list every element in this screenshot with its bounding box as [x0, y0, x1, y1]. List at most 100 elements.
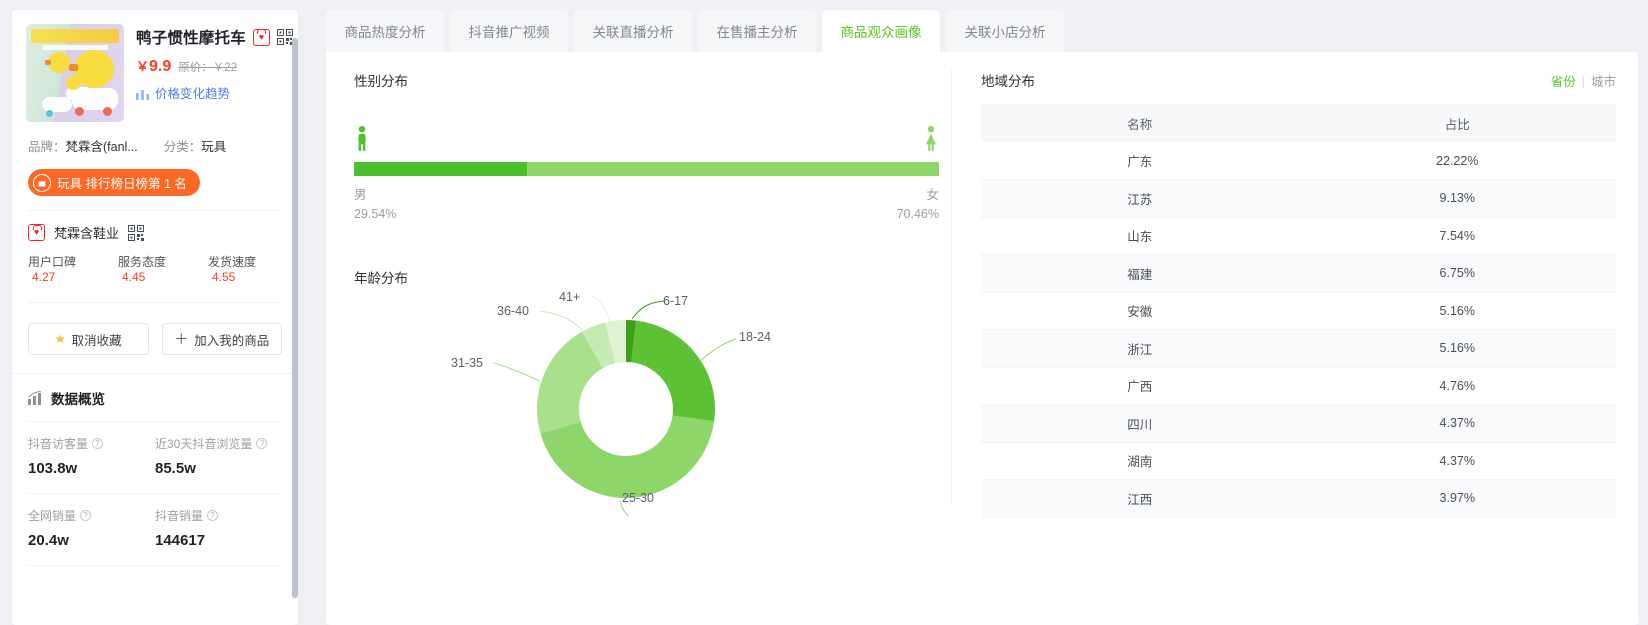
overview-header: 数据概览	[12, 374, 298, 408]
rank-badge[interactable]: 玩具 排行榜日榜第 1 名	[28, 169, 200, 196]
region-name: 山东	[1127, 230, 1153, 245]
gender-icon-row	[354, 122, 939, 152]
score-item: 用户口碑4.27	[28, 253, 102, 284]
stat-label-text: 抖音销量	[155, 509, 204, 523]
thumbnail-art	[103, 107, 112, 116]
column-header-name[interactable]: 名称	[981, 104, 1299, 142]
region-name: 安徽	[1127, 305, 1153, 320]
table-row[interactable]: 湖南 4.37%	[981, 442, 1616, 480]
region-column: 地域分布 省份 | 城市 名称 占比 广东 22.22% 江苏 9.13% 山东…	[957, 52, 1638, 625]
region-table: 名称 占比 广东 22.22% 江苏 9.13% 山东 7.54% 福建 6.75% 安…	[981, 104, 1616, 518]
stat-cell: 抖音访客量? 103.8w	[28, 435, 155, 477]
tab-label: 抖音推广视频	[468, 25, 550, 40]
tab-label: 商品观众画像	[840, 25, 922, 40]
table-row[interactable]: 江西 3.97%	[981, 479, 1616, 517]
donut-segment-25-30[interactable]	[540, 414, 715, 498]
table-row[interactable]: 江苏 9.13%	[981, 179, 1616, 217]
table-row[interactable]: 福建 6.75%	[981, 254, 1616, 292]
column-header-pct[interactable]: 占比	[1298, 104, 1616, 142]
score-label: 发货速度	[208, 255, 257, 269]
question-icon[interactable]: ?	[92, 438, 104, 449]
stat-row: 抖音访客量? 103.8w 近30天抖音浏览量? 85.5w	[28, 422, 282, 477]
qr-code-icon[interactable]	[128, 224, 145, 241]
unfavorite-button[interactable]: ★ 取消收藏	[28, 323, 149, 355]
toggle-province[interactable]: 省份	[1551, 75, 1576, 89]
store-scores: 用户口碑4.27 服务态度4.45 发货速度4.55	[12, 242, 298, 284]
donut-label-36-40: 36-40	[497, 304, 529, 318]
toggle-city[interactable]: 城市	[1591, 75, 1616, 89]
region-table-head: 名称 占比	[981, 104, 1616, 142]
stat-value: 85.5w	[155, 460, 196, 477]
product-title: 鸭子惯性摩托车	[136, 30, 246, 47]
question-icon[interactable]: ?	[256, 438, 268, 449]
plus-icon: ＋	[174, 331, 189, 347]
product-info: 鸭子惯性摩托车 ♥ ￥9.9 原价：￥22 价格变化趋势	[136, 24, 293, 122]
stat-label-text: 近30天抖音浏览量	[155, 437, 253, 451]
donut-label-31-35: 31-35	[451, 356, 483, 370]
douyin-shop-icon[interactable]	[252, 28, 270, 46]
score-label: 用户口碑	[28, 255, 77, 269]
tab-douyin-videos[interactable]: 抖音推广视频	[450, 10, 568, 52]
product-thumbnail[interactable]	[26, 24, 124, 122]
add-product-label: 加入我的商品	[194, 333, 270, 348]
thumbnail-art	[46, 110, 53, 117]
donut-segment-36-40[interactable]	[581, 322, 616, 369]
donut-label-25-30: 25-30	[622, 515, 654, 516]
stat-label: 近30天抖音浏览量?	[155, 435, 282, 452]
region-pct: 5.16%	[1439, 303, 1475, 318]
age-section-title: 年龄分布	[354, 270, 408, 286]
region-section-title: 地域分布	[981, 74, 1035, 89]
overview-title: 数据概览	[51, 392, 105, 407]
female-label: 女	[926, 188, 939, 202]
app-root: 鸭子惯性摩托车 ♥ ￥9.9 原价：￥22 价格变化趋势 品牌：梵霖含(fanl…	[0, 0, 1648, 625]
region-name: 湖南	[1127, 455, 1153, 470]
tab-audience-profile[interactable]: 商品观众画像	[822, 10, 940, 52]
question-icon[interactable]: ?	[207, 510, 219, 521]
female-figure-icon	[923, 126, 939, 152]
gender-bar-female	[526, 162, 939, 176]
add-to-my-products-button[interactable]: ＋ 加入我的商品	[161, 323, 282, 355]
store-name[interactable]: 梵霖含鞋业	[54, 223, 119, 242]
price-trend-link[interactable]: 价格变化趋势	[155, 83, 230, 102]
stat-label: 抖音销量?	[155, 507, 282, 524]
thumbnail-subbanner	[42, 45, 108, 50]
region-pct: 22.22%	[1436, 153, 1479, 168]
qr-code-icon[interactable]	[276, 29, 293, 45]
question-icon[interactable]: ?	[80, 510, 92, 521]
tab-product-heat[interactable]: 商品热度分析	[326, 10, 444, 52]
donut-segment-41plus[interactable]	[605, 319, 627, 364]
table-row[interactable]: 广东 22.22%	[981, 142, 1616, 180]
gender-legend: 男 29.54% 女 70.46%	[354, 186, 939, 225]
table-row[interactable]: 山东 7.54%	[981, 217, 1616, 255]
store-row[interactable]: 梵霖含鞋业	[12, 211, 298, 242]
table-row[interactable]: 四川 4.37%	[981, 404, 1616, 442]
stat-row: 全网销量? 20.4w 抖音销量? 144617	[28, 494, 282, 549]
bag-icon	[33, 173, 51, 192]
stat-value: 144617	[155, 532, 206, 549]
rank-label: 玩具 排行榜日榜第 1 名	[57, 177, 187, 191]
table-row[interactable]: 浙江 5.16%	[981, 329, 1616, 367]
tab-live-analysis[interactable]: 关联直播分析	[574, 10, 692, 52]
region-header: 地域分布 省份 | 城市	[981, 70, 1616, 90]
brand-meta: 品牌：梵霖含(fanl...	[28, 136, 138, 155]
tab-shop-analysis[interactable]: 关联小店分析	[946, 10, 1064, 52]
product-title-row: 鸭子惯性摩托车	[136, 26, 293, 48]
product-header: 鸭子惯性摩托车 ♥ ￥9.9 原价：￥22 价格变化趋势	[12, 10, 298, 122]
product-price: ￥9.9	[136, 56, 171, 76]
divider	[28, 565, 282, 566]
table-header-row: 名称 占比	[981, 104, 1616, 142]
thumbnail-art	[45, 52, 70, 73]
thumbnail-banner	[31, 29, 119, 43]
tab-streamer-analysis[interactable]: 在售播主分析	[698, 10, 816, 52]
donut-label-6-17: 6-17	[663, 294, 688, 308]
donut-segment-31-35[interactable]	[537, 331, 604, 434]
score-value: 4.27	[32, 270, 56, 284]
table-row[interactable]: 安徽 5.16%	[981, 292, 1616, 330]
price-trend-row[interactable]: 价格变化趋势	[136, 83, 284, 102]
region-pct: 3.97%	[1439, 491, 1475, 506]
sidebar-scrollbar[interactable]	[292, 38, 298, 598]
table-row[interactable]: 广西 4.76%	[981, 367, 1616, 405]
region-pct: 7.54%	[1439, 228, 1475, 243]
donut-segment-18-24[interactable]	[630, 320, 715, 422]
region-scope-toggle: 省份 | 城市	[1551, 71, 1616, 90]
